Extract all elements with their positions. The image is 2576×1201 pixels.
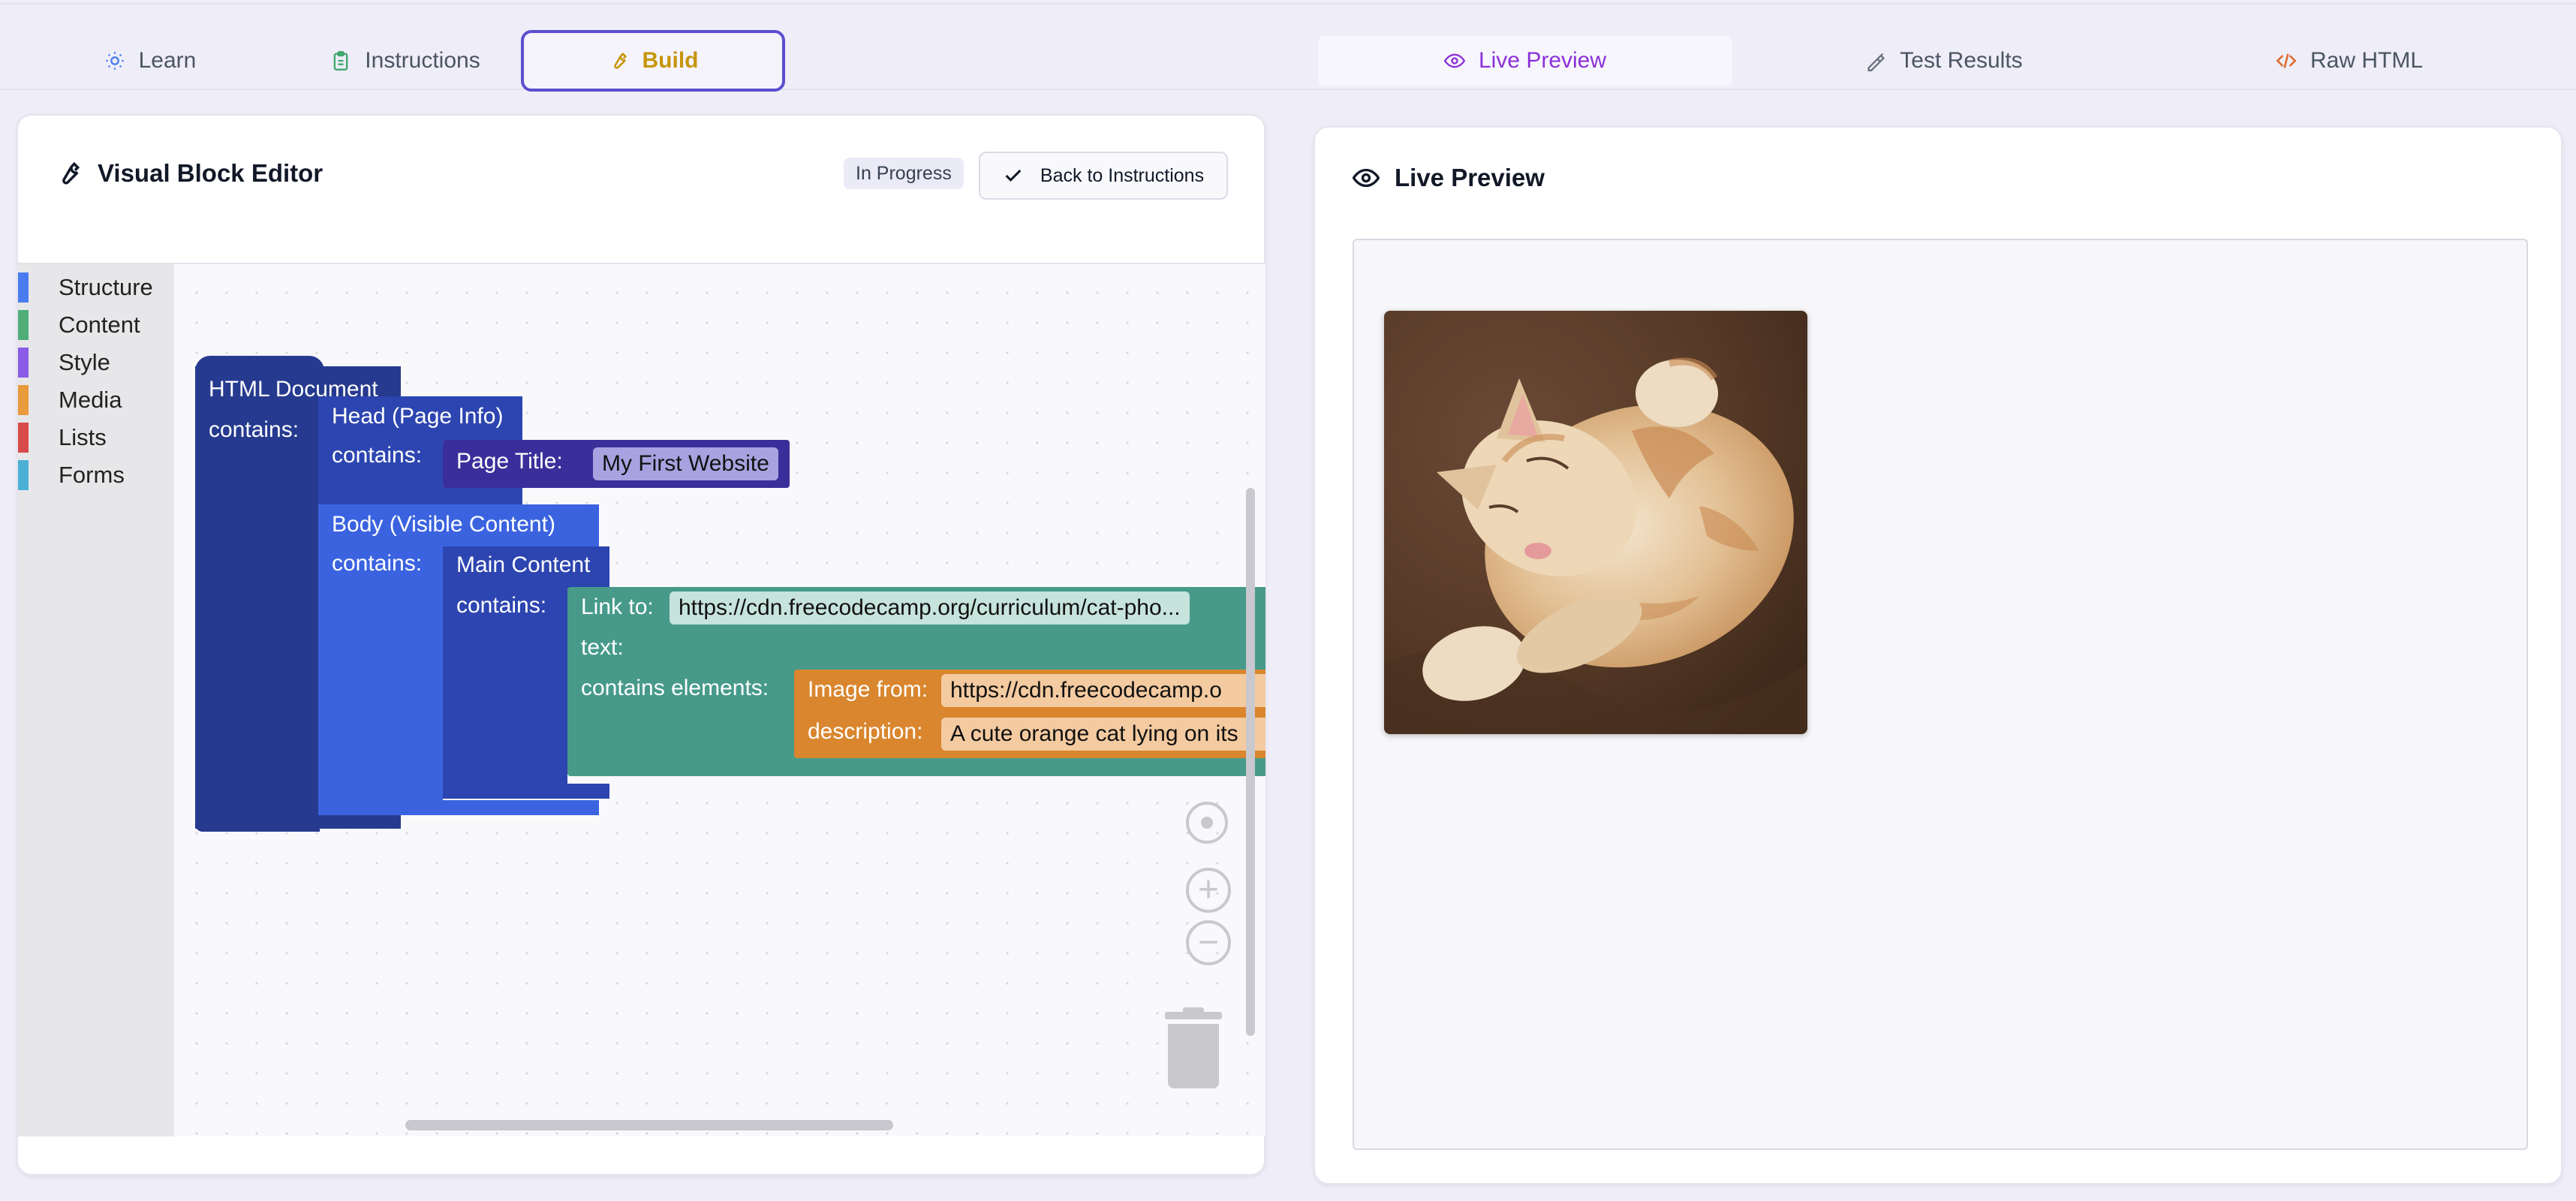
category-label: Style (59, 349, 110, 375)
flask-icon (1867, 53, 1885, 71)
category-color (18, 460, 29, 490)
preview-header: Live Preview (1353, 164, 1545, 192)
tab-learn[interactable]: Learn (83, 30, 218, 92)
page-title-block[interactable]: Page Title: My First Website (443, 440, 790, 488)
tab-build[interactable]: Build (521, 30, 785, 92)
back-to-instructions-button[interactable]: Back to Instructions (979, 152, 1228, 200)
description-label: description: (808, 719, 923, 744)
status-badge: In Progress (844, 158, 964, 189)
toolbox-category-content[interactable]: Content (18, 306, 174, 344)
code-icon (2276, 53, 2297, 68)
category-label: Structure (59, 274, 153, 300)
lightbulb-icon (105, 52, 124, 70)
tab-live-preview[interactable]: Live Preview (1318, 36, 1732, 86)
preview-title: Live Preview (1395, 164, 1545, 191)
recenter-icon[interactable] (1186, 802, 1228, 844)
eye-icon (1353, 168, 1380, 188)
top-tab-bar: Learn Instructions Build Live Preview Te… (0, 3, 2576, 92)
category-label: Media (59, 387, 122, 413)
category-label: Content (59, 312, 140, 338)
description-field[interactable]: A cute orange cat lying on its (941, 718, 1265, 751)
link-to-label: Link to: (581, 594, 654, 619)
tab-live-preview-label: Live Preview (1478, 48, 1607, 73)
category-color (18, 385, 29, 415)
toolbox-category-forms[interactable]: Forms (18, 456, 174, 494)
editor-title: Visual Block Editor (98, 159, 324, 187)
category-color (18, 423, 29, 453)
contains-label: contains: (332, 443, 423, 468)
editor-header: Visual Block Editor (54, 159, 323, 188)
visual-block-editor-panel: Visual Block Editor In Progress Back to … (17, 114, 1265, 1175)
eye-icon (1443, 53, 1465, 68)
image-url-field[interactable]: https://cdn.freecodecamp.o (941, 674, 1265, 707)
link-url-field[interactable]: https://cdn.freecodecamp.org/curriculum/… (670, 591, 1190, 625)
tab-build-label: Build (642, 48, 699, 73)
tab-raw-html[interactable]: Raw HTML (2267, 30, 2432, 92)
check-icon (1005, 169, 1022, 182)
category-color (18, 272, 29, 303)
toolbox-category-media[interactable]: Media (18, 381, 174, 419)
contains-label: contains: (209, 417, 299, 442)
page-title-label: Page Title: (456, 449, 563, 474)
tab-raw-html-label: Raw HTML (2310, 48, 2423, 73)
horizontal-scrollbar[interactable] (405, 1120, 893, 1130)
live-preview-panel: Live Preview (1314, 126, 2562, 1184)
body-label: Body (Visible Content) (332, 512, 555, 537)
text-label: text: (581, 635, 624, 660)
toolbox-category-style[interactable]: Style (18, 344, 174, 381)
tab-instructions[interactable]: Instructions (315, 30, 495, 92)
back-button-label: Back to Instructions (1040, 164, 1205, 186)
clipboard-icon (333, 51, 348, 71)
page-title-field[interactable]: My First Website (593, 447, 778, 480)
image-block[interactable]: Image from: https://cdn.freecodecamp.o d… (794, 670, 1265, 758)
contains-label: contains: (456, 593, 547, 618)
tab-test-results-label: Test Results (1900, 48, 2023, 73)
category-label: Forms (59, 462, 125, 488)
cat-photo (1384, 311, 1807, 734)
tab-test-results[interactable]: Test Results (1846, 30, 2042, 92)
zoom-in-icon[interactable]: + (1186, 868, 1231, 913)
category-color (18, 310, 29, 340)
trash-icon[interactable] (1163, 1007, 1223, 1090)
category-label: Lists (59, 424, 107, 450)
cat-photo-image[interactable] (1384, 311, 1807, 734)
wrench-icon (62, 161, 80, 185)
toolbox-category-structure[interactable]: Structure (18, 269, 174, 306)
preview-frame (1353, 239, 2528, 1150)
block-toolbox: Structure Content Style Media Lists Form… (18, 264, 174, 1136)
contains-elements-label: contains elements: (581, 676, 769, 700)
tab-instructions-label: Instructions (365, 48, 480, 73)
category-color (18, 348, 29, 378)
tab-learn-label: Learn (138, 48, 197, 73)
main-content-label: Main Content (456, 552, 591, 577)
wrench-icon (613, 52, 627, 69)
toolbox-category-lists[interactable]: Lists (18, 419, 174, 456)
block-workspace[interactable]: Structure Content Style Media Lists Form… (18, 263, 1265, 1136)
head-label: Head (Page Info) (332, 404, 504, 429)
vertical-scrollbar[interactable] (1246, 488, 1255, 1036)
image-from-label: Image from: (808, 677, 928, 702)
zoom-out-icon[interactable]: − (1186, 920, 1231, 965)
contains-label: contains: (332, 551, 423, 576)
